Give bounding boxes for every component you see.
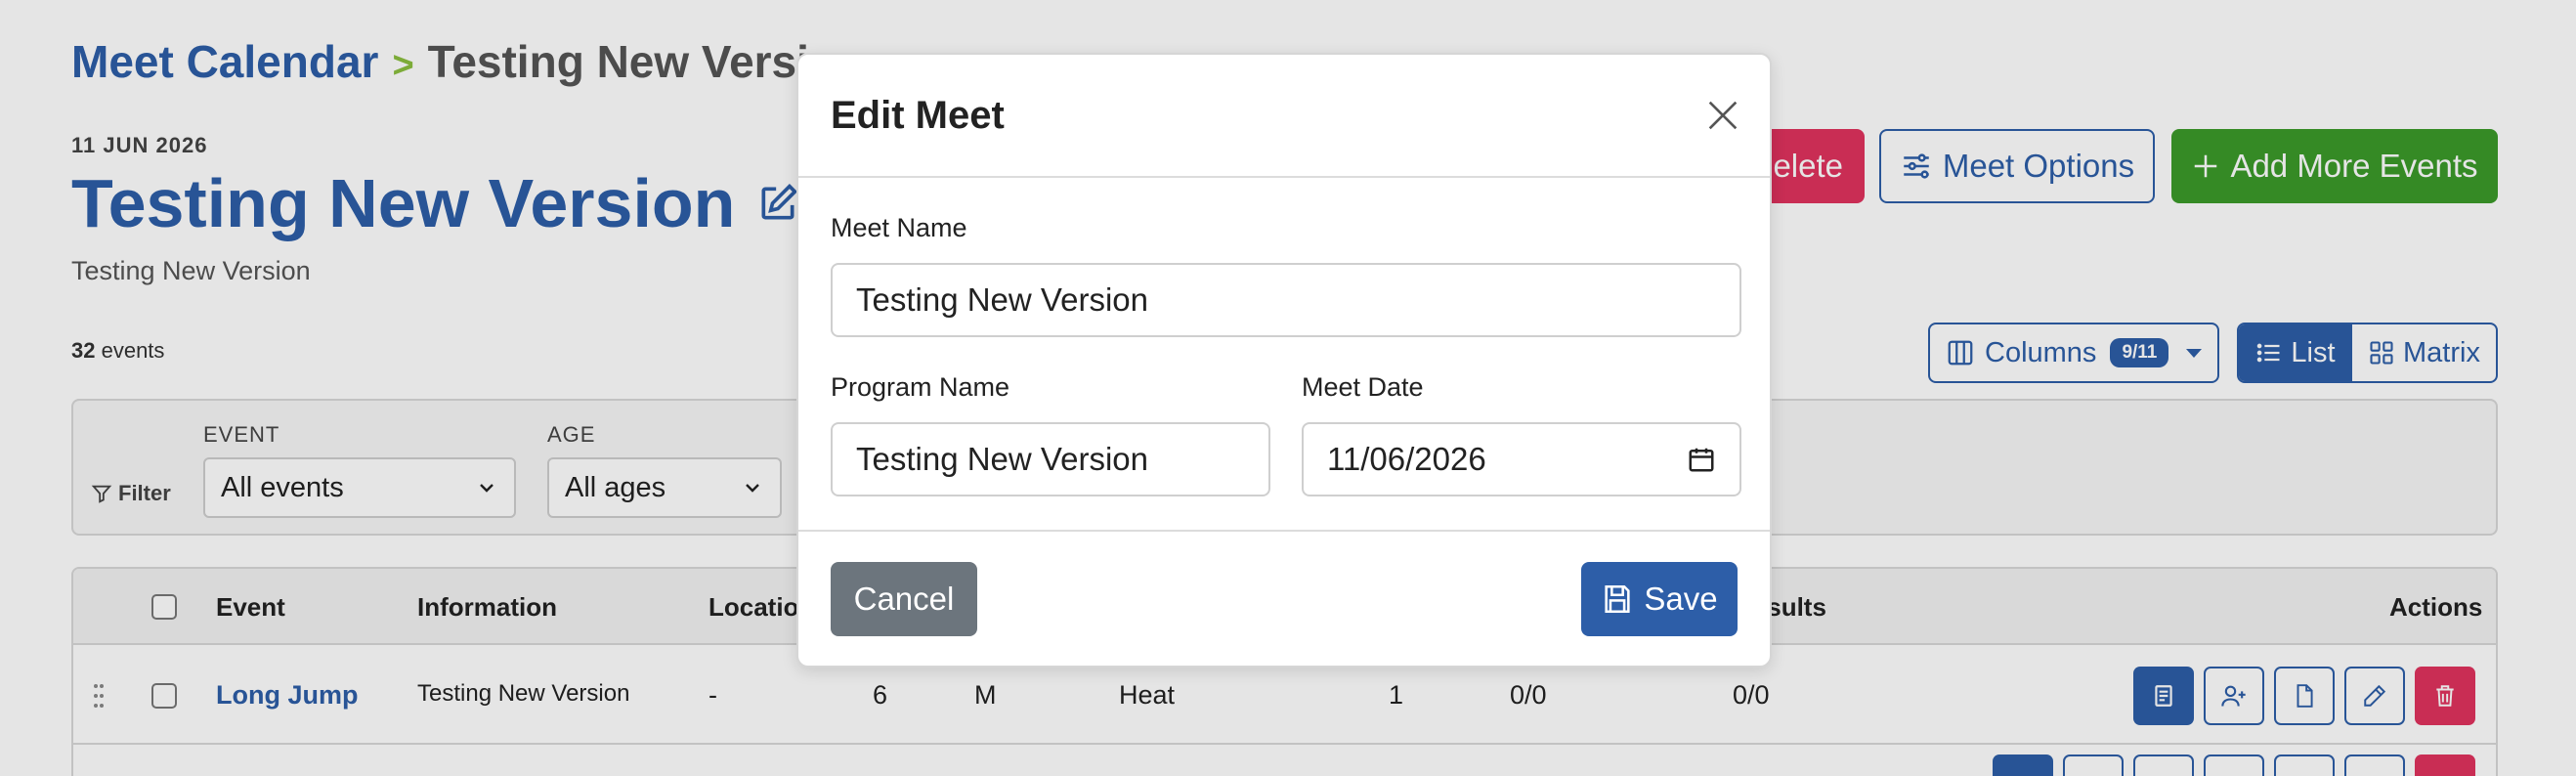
cancel-button-label: Cancel	[853, 581, 955, 617]
modal-title: Edit Meet	[831, 94, 1005, 137]
calendar-icon[interactable]	[1687, 445, 1716, 474]
program-name-value: Testing New Version	[856, 441, 1148, 477]
save-button-label: Save	[1644, 581, 1718, 617]
modal-footer-divider	[798, 530, 1770, 532]
meet-page: Meet Calendar > Testing New Version 11 JUN…	[0, 0, 2576, 776]
save-button[interactable]: Save	[1581, 562, 1738, 636]
meet-name-label: Meet Name	[831, 213, 967, 242]
close-icon[interactable]	[1703, 96, 1742, 135]
meet-date-value: 11/06/2026	[1327, 441, 1486, 477]
meet-name-value: Testing New Version	[856, 281, 1148, 318]
meet-date-label: Meet Date	[1302, 372, 1424, 402]
program-name-label: Program Name	[831, 372, 1010, 402]
edit-meet-modal: Edit Meet Meet Name Testing New Version …	[796, 53, 1772, 668]
cancel-button[interactable]: Cancel	[831, 562, 977, 636]
modal-header: Edit Meet	[798, 55, 1770, 178]
meet-date-input[interactable]: 11/06/2026	[1302, 422, 1741, 496]
meet-name-input[interactable]: Testing New Version	[831, 263, 1741, 337]
floppy-disk-icon	[1605, 584, 1630, 614]
program-name-input[interactable]: Testing New Version	[831, 422, 1270, 496]
